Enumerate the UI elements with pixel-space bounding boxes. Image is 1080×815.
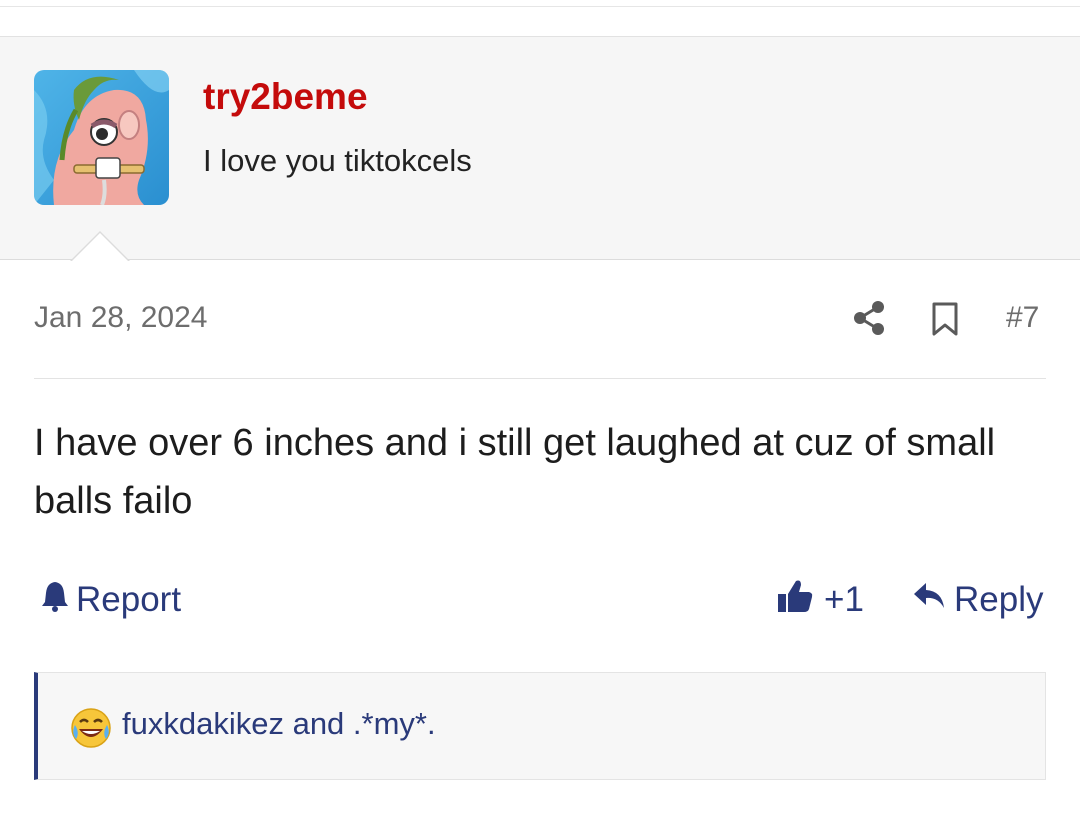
reply-arrow-icon bbox=[912, 580, 946, 620]
reactions-bar[interactable]: fuxkdakikez and .*my*. bbox=[34, 672, 1046, 780]
username[interactable]: try2beme bbox=[203, 76, 368, 118]
top-divider bbox=[0, 6, 1080, 7]
reply-label: Reply bbox=[954, 580, 1044, 619]
report-label: Report bbox=[76, 580, 182, 619]
reaction-users[interactable]: fuxkdakikez and .*my*. bbox=[122, 706, 436, 742]
bell-icon bbox=[40, 580, 70, 621]
reply-button[interactable]: Reply bbox=[912, 580, 1043, 620]
post-date[interactable]: Jan 28, 2024 bbox=[34, 301, 207, 335]
avatar[interactable] bbox=[34, 70, 169, 205]
post-body: I have over 6 inches and i still get lau… bbox=[34, 422, 996, 522]
bookmark-icon[interactable] bbox=[930, 302, 960, 336]
user-title: I love you tiktokcels bbox=[203, 143, 472, 178]
report-button[interactable]: Report bbox=[40, 580, 181, 620]
like-button[interactable]: +1 bbox=[776, 580, 864, 620]
post-number[interactable]: #7 bbox=[1006, 301, 1039, 335]
share-icon[interactable] bbox=[852, 300, 886, 336]
thumbs-up-icon bbox=[776, 578, 814, 623]
like-count: +1 bbox=[824, 580, 864, 619]
laughing-crying-emoji-icon bbox=[70, 707, 112, 749]
post-divider bbox=[34, 378, 1046, 379]
